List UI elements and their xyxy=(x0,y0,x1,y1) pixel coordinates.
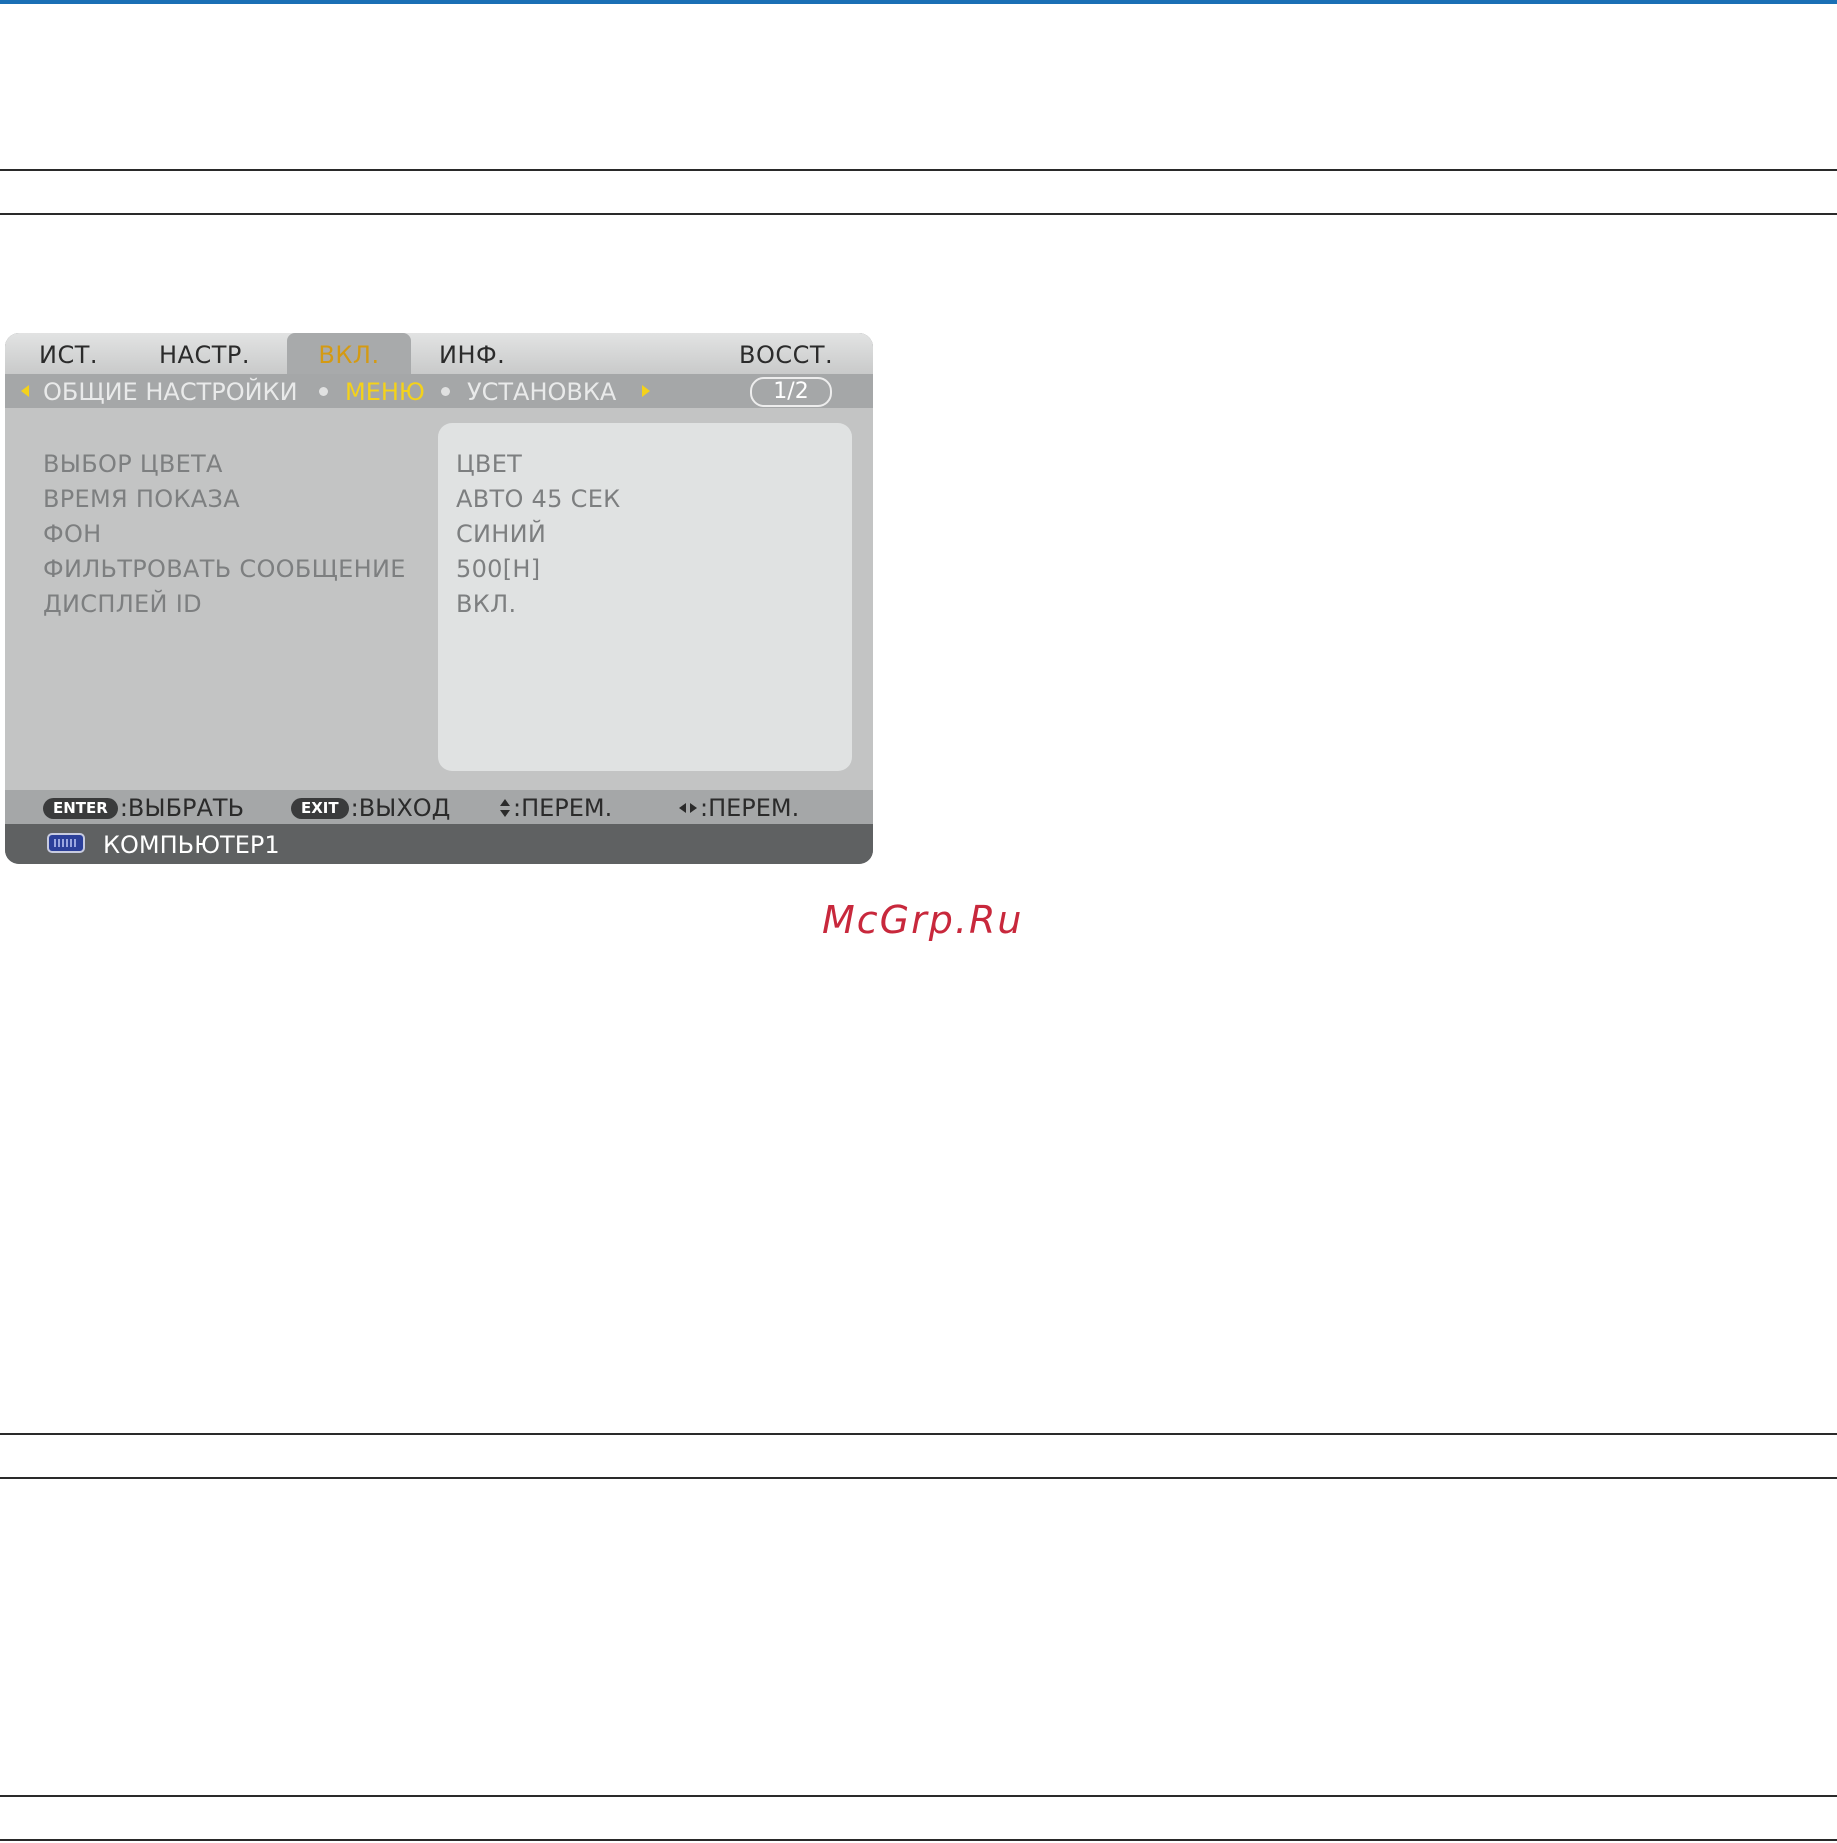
help-exit-text: :ВЫХОД xyxy=(350,794,451,822)
footer-rule-1 xyxy=(0,1795,1837,1797)
help-enter: ENTER:ВЫБРАТЬ xyxy=(43,790,244,824)
row-value-display-id[interactable]: ВКЛ. xyxy=(456,590,516,618)
row-value-background[interactable]: СИНИЙ xyxy=(456,520,546,548)
up-down-arrow-icon xyxy=(499,798,511,818)
main-tab-bar: ИСТ. НАСТР. ВКЛ. ИНФ. ВОССТ. xyxy=(5,333,873,374)
header-rule-2 xyxy=(0,213,1837,215)
exit-key-icon: EXIT xyxy=(291,798,349,819)
computer-monitor-icon xyxy=(47,833,85,853)
subtab-general[interactable]: ОБЩИЕ НАСТРОЙКИ xyxy=(43,374,298,408)
help-exit: EXIT:ВЫХОД xyxy=(291,790,450,824)
help-updown-text: :ПЕРЕМ. xyxy=(513,794,613,822)
help-leftright: :ПЕРЕМ. xyxy=(678,790,799,824)
subtab-menu[interactable]: МЕНЮ xyxy=(345,374,425,408)
arrow-left-icon[interactable] xyxy=(21,385,29,397)
source-label: КОМПЬЮТЕР1 xyxy=(103,831,280,859)
arrow-right-icon[interactable] xyxy=(642,385,650,397)
row-label-color-select[interactable]: ВЫБОР ЦВЕТА xyxy=(43,450,223,478)
row-label-filter-message[interactable]: ФИЛЬТРОВАТЬ СООБЩЕНИЕ xyxy=(43,555,406,583)
body-rule-1 xyxy=(0,1433,1837,1435)
help-leftright-text: :ПЕРЕМ. xyxy=(700,794,800,822)
source-bar: КОМПЬЮТЕР1 xyxy=(5,824,873,864)
menu-content: ВЫБОР ЦВЕТА ЦВЕТ ВРЕМЯ ПОКАЗА АВТО 45 СЕ… xyxy=(5,408,873,790)
row-value-display-time[interactable]: АВТО 45 СЕК xyxy=(456,485,621,513)
body-rule-2 xyxy=(0,1477,1837,1479)
enter-key-icon: ENTER xyxy=(43,798,118,819)
tab-reset[interactable]: ВОССТ. xyxy=(739,333,833,374)
help-enter-text: :ВЫБРАТЬ xyxy=(119,794,245,822)
tab-source[interactable]: ИСТ. xyxy=(39,333,98,374)
help-bar: ENTER:ВЫБРАТЬ EXIT:ВЫХОД :ПЕРЕМ. :ПЕРЕМ. xyxy=(5,790,873,824)
separator-dot-icon xyxy=(441,387,450,396)
row-label-background[interactable]: ФОН xyxy=(43,520,102,548)
footer-rule-2 xyxy=(0,1839,1837,1841)
page-indicator: 1/2 xyxy=(750,377,832,407)
tab-on[interactable]: ВКЛ. xyxy=(287,333,411,374)
row-label-display-id[interactable]: ДИСПЛЕЙ ID xyxy=(43,590,202,618)
row-value-filter-message[interactable]: 500[H] xyxy=(456,555,540,583)
watermark: McGrp.Ru xyxy=(822,898,1024,942)
row-label-display-time[interactable]: ВРЕМЯ ПОКАЗА xyxy=(43,485,240,513)
separator-dot-icon xyxy=(319,387,328,396)
tab-info[interactable]: ИНФ. xyxy=(439,333,505,374)
header-rule-1 xyxy=(0,169,1837,171)
help-updown: :ПЕРЕМ. xyxy=(499,790,612,824)
row-value-color-select[interactable]: ЦВЕТ xyxy=(456,450,522,478)
sub-tab-bar: ОБЩИЕ НАСТРОЙКИ МЕНЮ УСТАНОВКА 1/2 xyxy=(5,374,873,408)
top-accent-line xyxy=(0,0,1837,4)
left-right-arrow-icon xyxy=(678,802,698,816)
subtab-installation[interactable]: УСТАНОВКА xyxy=(467,374,616,408)
osd-menu: ИСТ. НАСТР. ВКЛ. ИНФ. ВОССТ. ОБЩИЕ НАСТР… xyxy=(5,333,873,864)
tab-setup[interactable]: НАСТР. xyxy=(159,333,250,374)
